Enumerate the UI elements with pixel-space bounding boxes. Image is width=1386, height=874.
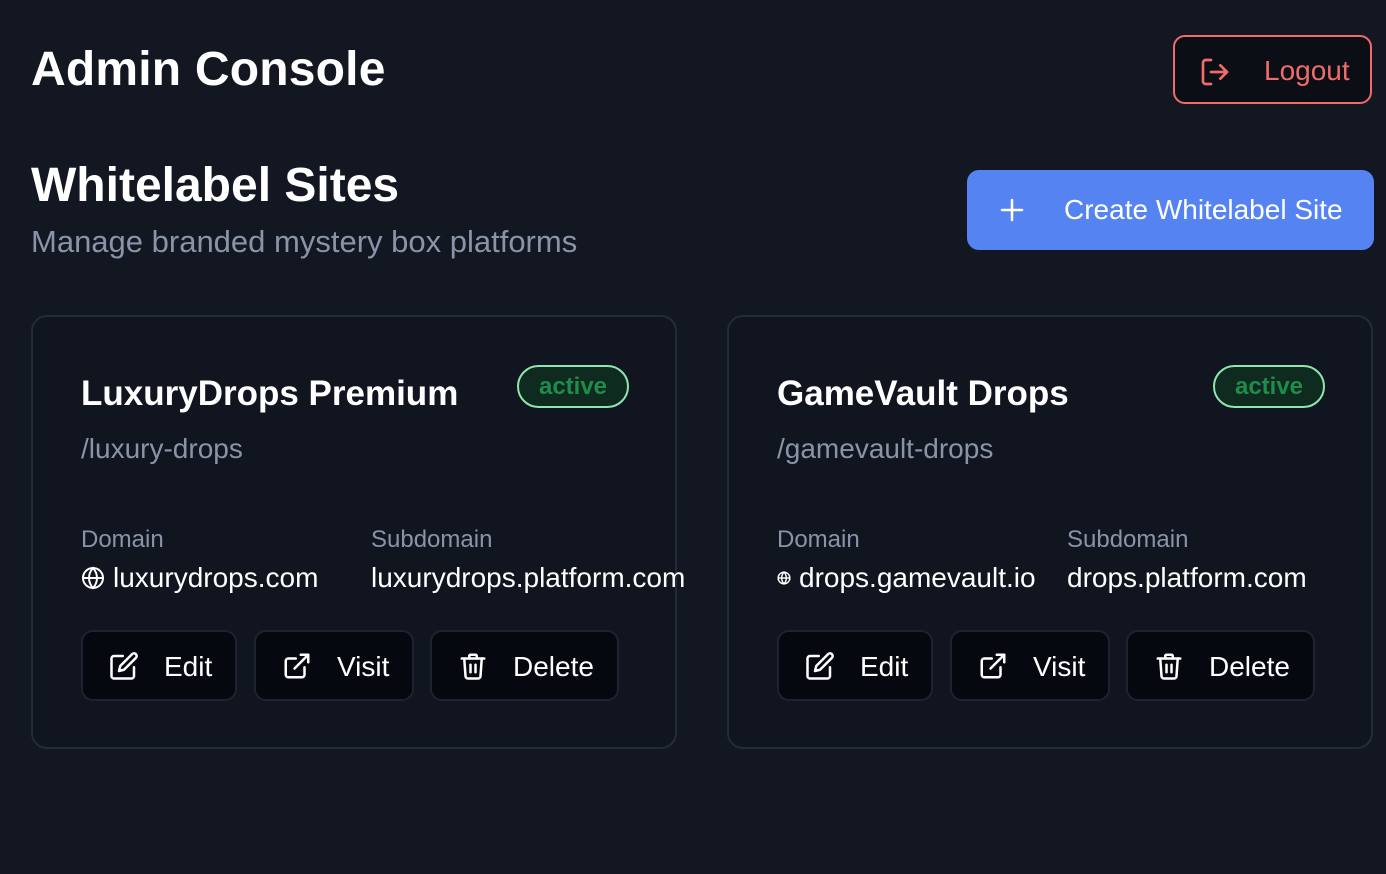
section-title: Whitelabel Sites	[31, 159, 400, 212]
delete-button[interactable]: Delete	[430, 630, 619, 701]
subdomain-label: Subdomain	[1067, 526, 1189, 553]
globe-icon	[777, 571, 791, 585]
visit-button[interactable]: Visit	[254, 630, 414, 701]
domain-text: luxurydrops.com	[113, 562, 319, 593]
admin-console-page: Admin Console Logout Whitelabel Sites Ma…	[0, 0, 1386, 874]
subdomain-value: luxurydrops.platform.com	[371, 562, 686, 593]
site-card: LuxuryDrops Premium active /luxury-drops…	[31, 315, 685, 749]
edit-button[interactable]: Edit	[777, 630, 933, 701]
site-name: LuxuryDrops Premium	[81, 374, 459, 413]
edit-icon	[110, 652, 138, 680]
logout-label: Logout	[1264, 55, 1350, 86]
plus-icon	[1000, 198, 1024, 222]
app-title: Admin Console	[31, 43, 386, 96]
delete-label: Delete	[1209, 651, 1290, 682]
create-whitelabel-site-button[interactable]: Create Whitelabel Site	[967, 170, 1374, 250]
edit-label: Edit	[860, 651, 909, 682]
subdomain-label: Subdomain	[371, 526, 493, 553]
globe-icon	[82, 566, 104, 590]
status-badge: active	[517, 365, 629, 408]
section-subtitle: Manage branded mystery box platforms	[31, 224, 578, 259]
site-slug: /gamevault-drops	[777, 433, 994, 464]
logout-button[interactable]: Logout	[1173, 35, 1372, 104]
external-link-icon	[284, 653, 310, 679]
visit-label: Visit	[337, 651, 390, 682]
site-slug: /luxury-drops	[81, 433, 243, 464]
delete-button[interactable]: Delete	[1126, 630, 1315, 701]
domain-text: drops.gamevault.io	[799, 562, 1036, 593]
edit-button[interactable]: Edit	[81, 630, 237, 701]
site-card: GameVault Drops active /gamevault-drops …	[727, 315, 1373, 749]
trash-icon	[1156, 653, 1182, 680]
visit-button[interactable]: Visit	[950, 630, 1110, 701]
create-whitelabel-site-label: Create Whitelabel Site	[1064, 194, 1343, 225]
domain-label: Domain	[81, 526, 164, 553]
domain-value: drops.gamevault.io	[777, 560, 1036, 596]
subdomain-value: drops.platform.com	[1067, 562, 1307, 593]
site-name: GameVault Drops	[777, 374, 1069, 413]
domain-value: luxurydrops.com	[81, 560, 318, 596]
delete-label: Delete	[513, 651, 594, 682]
external-link-icon	[980, 653, 1006, 679]
edit-label: Edit	[164, 651, 213, 682]
logout-icon	[1201, 58, 1229, 86]
status-badge: active	[1213, 365, 1325, 408]
visit-label: Visit	[1033, 651, 1086, 682]
domain-label: Domain	[777, 526, 860, 553]
edit-icon	[806, 652, 834, 680]
trash-icon	[460, 653, 486, 680]
